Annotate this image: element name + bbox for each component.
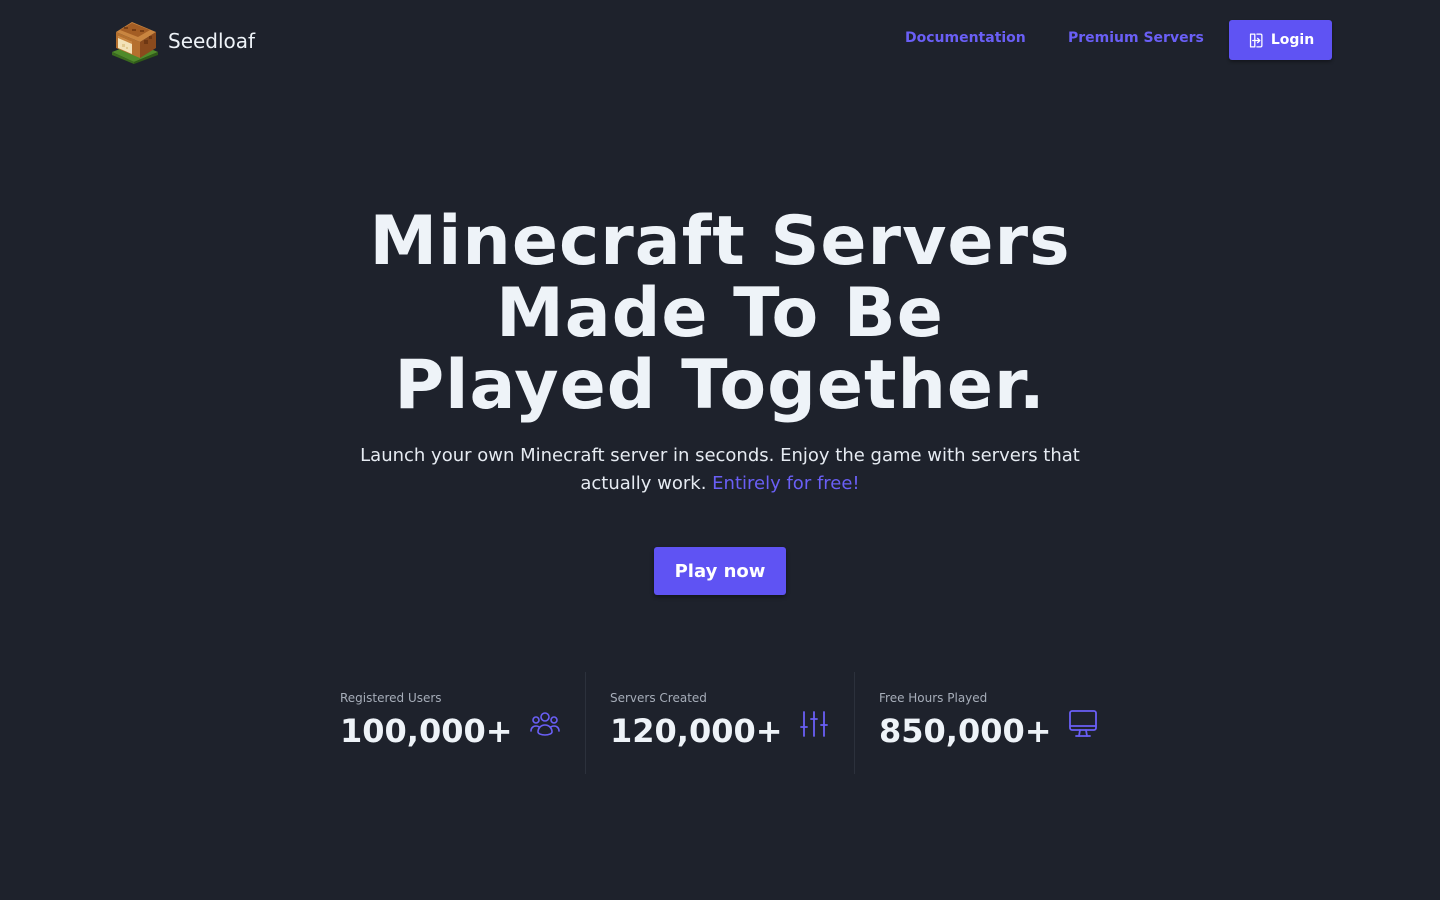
stat-servers-created: Servers Created 120,000+ [585, 672, 854, 774]
hero-title-line-1: Minecraft Servers [369, 202, 1071, 281]
bread-logo-icon [112, 22, 158, 64]
hero-title-line-2: Made To Be [496, 274, 944, 353]
login-label: Login [1270, 32, 1315, 48]
brand-home-link[interactable]: Seedloaf [110, 18, 255, 64]
login-icon [1249, 32, 1263, 48]
sliders-icon [798, 708, 830, 740]
monitor-icon [1067, 708, 1099, 740]
users-icon [529, 708, 561, 740]
stat-registered-users: Registered Users 100,000+ [316, 672, 585, 774]
stat-label: Registered Users [340, 691, 442, 705]
nav-premium-servers-link[interactable]: Premium Servers [1068, 30, 1204, 46]
stat-label: Servers Created [610, 691, 707, 705]
hero-subtitle-accent: Entirely for free! [712, 473, 860, 494]
stat-value: 120,000+ [610, 712, 783, 750]
hero-title: Minecraft Servers Made To Be Played Toge… [0, 206, 1440, 422]
stat-value: 100,000+ [340, 712, 513, 750]
brand-name: Seedloaf [168, 29, 256, 53]
hero-subtitle: Launch your own Minecraft server in seco… [350, 442, 1090, 498]
site-header: Seedloaf Documentation Premium Servers L… [0, 0, 1440, 80]
nav-documentation-link[interactable]: Documentation [905, 30, 1026, 46]
stat-free-hours-played: Free Hours Played 850,000+ [854, 672, 1123, 774]
stat-label: Free Hours Played [879, 691, 988, 705]
login-button[interactable]: Login [1229, 20, 1332, 60]
hero-title-line-3: Played Together. [394, 346, 1046, 425]
play-now-button[interactable]: Play now [654, 547, 786, 595]
stat-value: 850,000+ [879, 712, 1052, 750]
